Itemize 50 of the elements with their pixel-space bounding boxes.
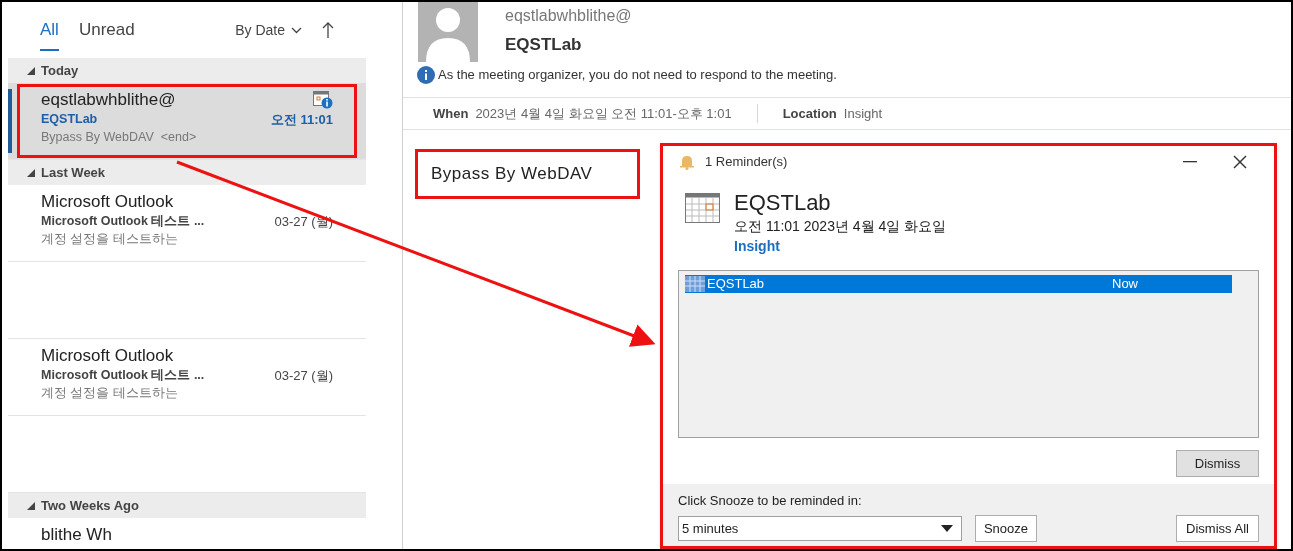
sender-name: Microsoft Outlook bbox=[41, 345, 174, 367]
sender-name: Microsoft Outlook bbox=[41, 191, 174, 213]
group-header[interactable]: Two Weeks Ago bbox=[8, 493, 366, 518]
meeting-title: EQSTLab bbox=[505, 34, 583, 56]
message-body: Bypass By WebDAV bbox=[415, 149, 640, 199]
field-label: When bbox=[433, 104, 469, 123]
sort-dropdown[interactable]: By Date bbox=[235, 19, 302, 41]
message-preview: Bypass By WebDAV <end> bbox=[41, 129, 198, 146]
appointment-icon bbox=[685, 276, 705, 292]
field-value: 2023년 4월 4일 화요일 오전 11:01-오후 1:01 bbox=[475, 104, 732, 123]
filter-tab[interactable]: All bbox=[40, 9, 59, 51]
close-icon bbox=[1233, 155, 1247, 169]
calendar-icon bbox=[685, 193, 720, 223]
field-label: Location bbox=[782, 104, 837, 123]
snooze-time-dropdown[interactable]: 5 minutes bbox=[678, 516, 962, 541]
message-time: 오전 11:01 bbox=[270, 111, 333, 128]
sender-name: eqstlabwhblithe@ bbox=[41, 89, 176, 111]
minimize-icon bbox=[1183, 161, 1197, 163]
reminder-subject: EQSTLab bbox=[734, 190, 832, 216]
dismiss-button[interactable]: Dismiss bbox=[1176, 450, 1259, 477]
message-subject: Microsoft Outlook 테스트 ... bbox=[41, 367, 205, 384]
dropdown-arrow-icon bbox=[941, 525, 953, 532]
group-header[interactable]: Last Week bbox=[8, 160, 366, 185]
meeting-info-icon bbox=[313, 91, 333, 109]
info-icon bbox=[417, 65, 435, 84]
dismiss-all-button[interactable]: Dismiss All bbox=[1176, 515, 1259, 542]
collapse-triangle-icon[interactable] bbox=[27, 168, 35, 177]
snooze-button[interactable]: Snooze bbox=[975, 515, 1037, 542]
info-message: As the meeting organizer, you do not need to respond to the meeting. bbox=[438, 66, 837, 84]
message-time: 03-27 (월) bbox=[274, 367, 333, 384]
sender-address: eqstlabwhblithe@ bbox=[505, 6, 632, 26]
dialog-title: 1 Reminder(s) bbox=[705, 153, 788, 172]
message-preview: 계정 설정을 테스트하는 bbox=[41, 385, 179, 402]
reminder-list-item[interactable]: EQSTLab Now bbox=[685, 275, 1232, 293]
chevron-down-icon bbox=[291, 26, 302, 34]
reminder-time: 오전 11:01 2023년 4월 4일 화요일 bbox=[734, 217, 947, 236]
sender-name: blithe Wh bbox=[41, 524, 112, 546]
message-preview: 계정 설정을 테스트하는 bbox=[41, 231, 179, 248]
field-value: Insight bbox=[843, 104, 883, 123]
collapse-triangle-icon[interactable] bbox=[27, 66, 35, 75]
collapse-triangle-icon[interactable] bbox=[27, 501, 35, 510]
message-item[interactable]: eqstlabwhblithe@ EQSTLab 오전 11:01 Bypass By WebDAV <end> bbox=[8, 83, 366, 160]
sort-arrow-up-icon[interactable] bbox=[322, 22, 334, 38]
message-subject: Microsoft Outlook 테스트 ... bbox=[41, 213, 205, 230]
filter-tab[interactable]: Unread bbox=[78, 9, 135, 51]
message-subject: EQSTLab bbox=[41, 111, 98, 128]
snooze-prompt: Click Snooze to be reminded in: bbox=[678, 493, 863, 509]
reminder-location[interactable]: Insight bbox=[734, 236, 947, 256]
bell-icon bbox=[679, 154, 695, 170]
group-header[interactable]: Today bbox=[8, 58, 366, 83]
